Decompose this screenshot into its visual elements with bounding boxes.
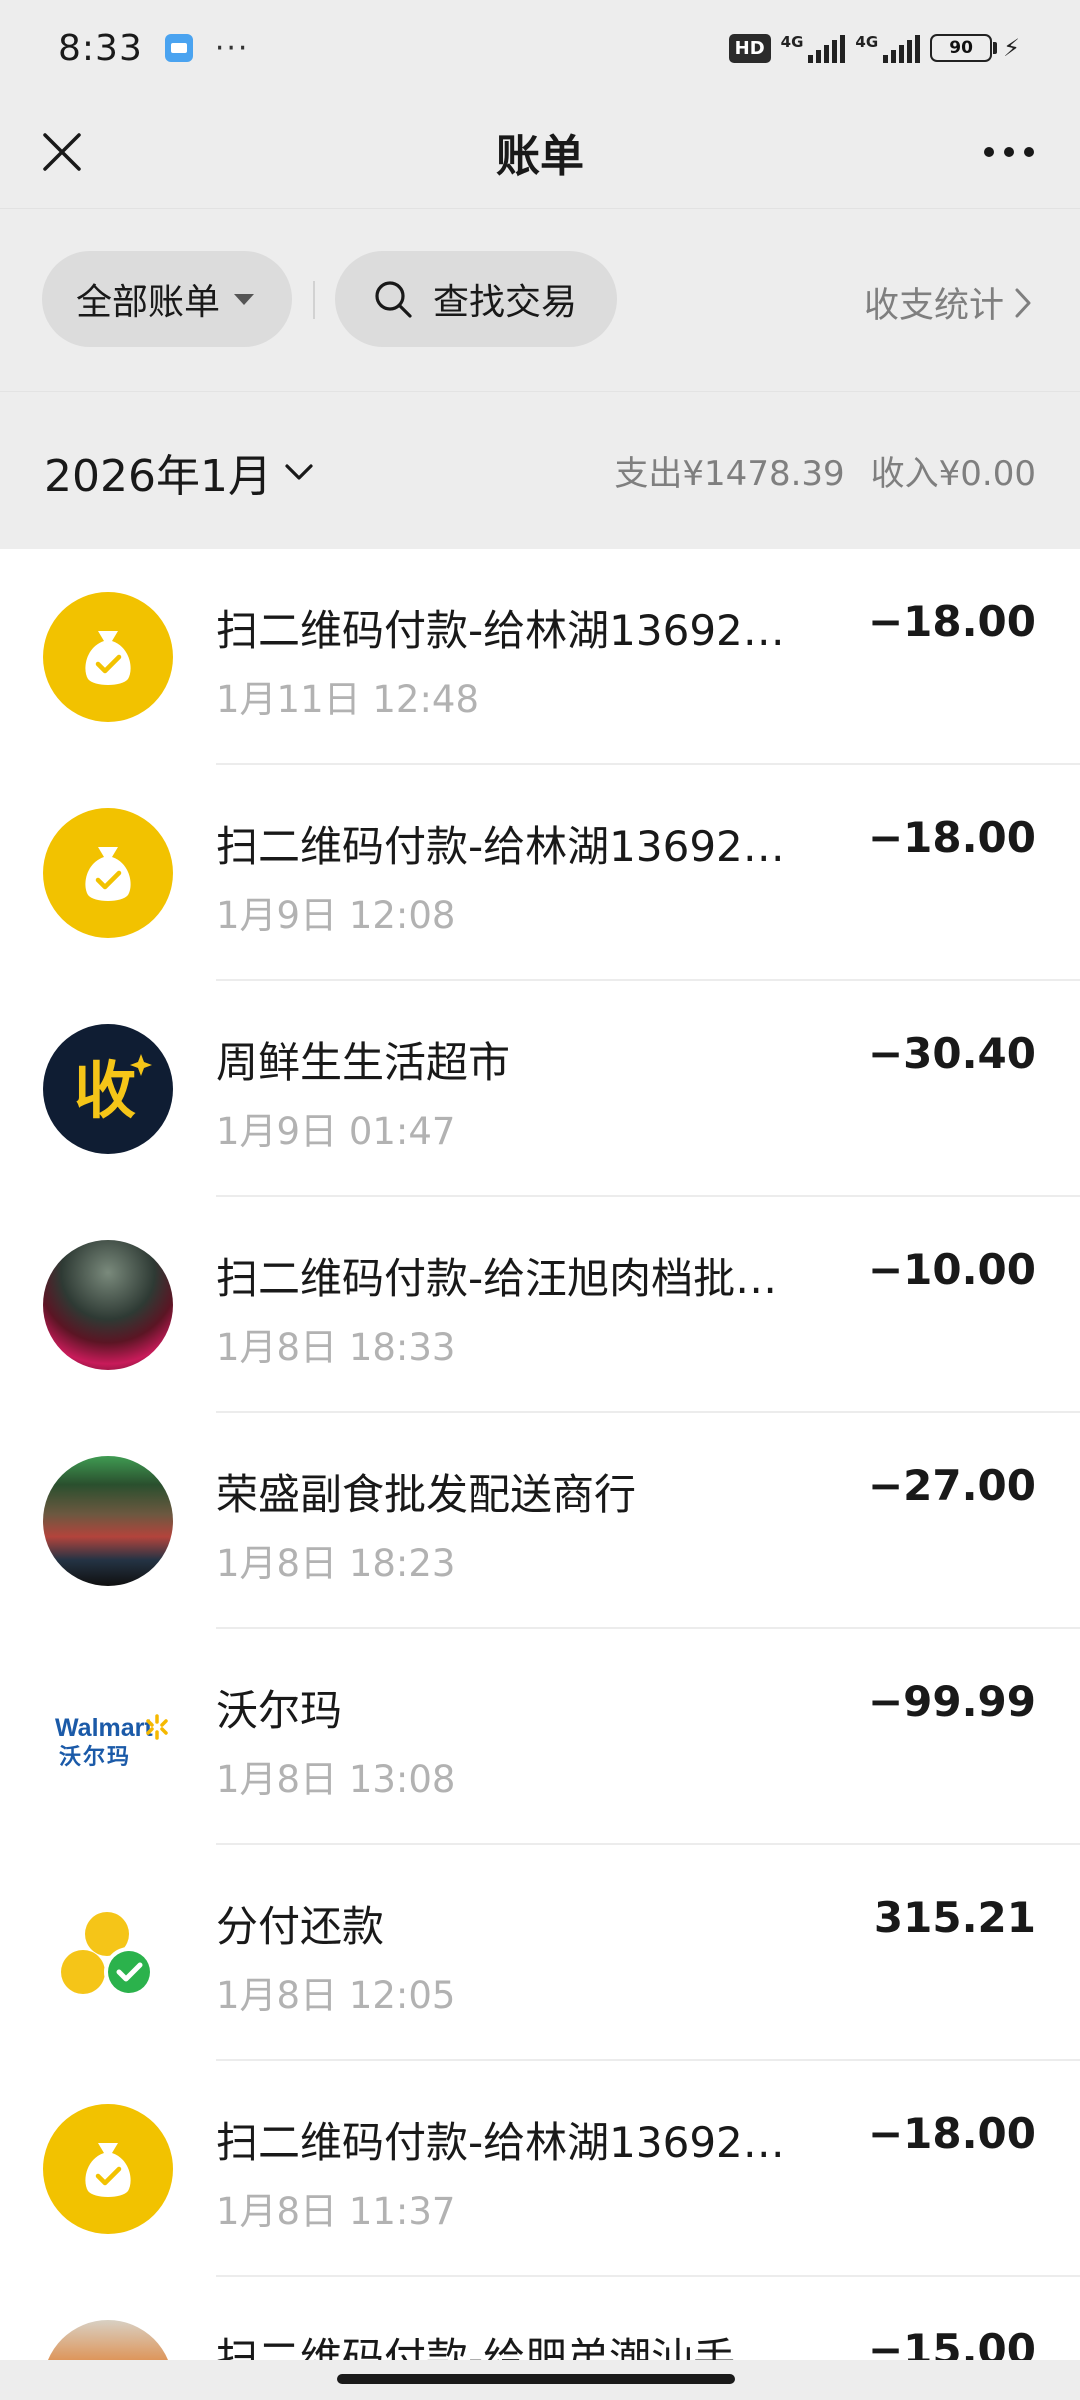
dropdown-caret-icon	[234, 293, 255, 305]
money-bag-icon	[43, 592, 173, 722]
close-icon	[43, 133, 81, 171]
search-transactions-button[interactable]: 查找交易	[335, 251, 617, 347]
filter-bar: 全部账单 查找交易 收支统计	[0, 209, 1080, 391]
merchant-photo-avatar	[43, 1240, 173, 1370]
month-label: 2026年1月	[44, 451, 272, 502]
search-icon	[375, 281, 412, 318]
transaction-amount: −15.00	[867, 2325, 1036, 2360]
charging-icon: ⚡	[1003, 34, 1020, 62]
home-indicator[interactable]	[337, 2374, 735, 2384]
transaction-time: 1月8日 11:37	[216, 2190, 456, 2233]
transaction-row[interactable]: 扫二维码付款-给林湖13692… 1月8日 11:37 −18.00	[0, 2061, 1080, 2277]
transaction-amount: 315.21	[873, 1893, 1036, 1942]
transaction-time: 1月8日 13:08	[216, 1758, 456, 1801]
chevron-down-icon	[285, 464, 313, 480]
transaction-row[interactable]: 分付还款 1月8日 12:05 315.21	[0, 1845, 1080, 2061]
merchant-photo-avatar	[43, 2320, 173, 2360]
notification-app-icon	[164, 34, 193, 62]
transaction-time: 1月8日 18:23	[216, 1542, 456, 1585]
all-bills-label: 全部账单	[76, 282, 221, 323]
transaction-time: 1月8日 18:33	[216, 1326, 456, 1369]
filter-separator	[313, 281, 315, 319]
shou-merchant-icon: 收	[43, 1024, 173, 1154]
bill-page: 8:33 ··· HD 4G 4G 90 ⚡ 账单 全部账单 查找交易 收支统计…	[0, 0, 1080, 2400]
transaction-list: 扫二维码付款-给林湖13692… 1月11日 12:48 −18.00 扫二维码…	[0, 549, 1080, 2360]
transaction-title: 扫二维码付款-给林湖13692…	[216, 2118, 785, 2167]
transaction-time: 1月9日 01:47	[216, 1110, 456, 1153]
system-nav-area	[0, 2360, 1080, 2400]
month-summary: 支出¥1478.39 收入¥0.00	[614, 446, 1036, 495]
shou-glyph: 收	[74, 1054, 136, 1127]
more-icon	[984, 147, 1034, 157]
month-expense: 支出¥1478.39	[614, 454, 845, 494]
transaction-title: 扫二维码付款-给汪旭肉档批…	[216, 1254, 778, 1303]
walmart-logo: Walmart 沃尔玛	[43, 1672, 173, 1802]
signal-icon-1: 4G	[781, 33, 846, 63]
transaction-amount: −18.00	[867, 813, 1036, 862]
transaction-row[interactable]: 扫二维码付款-给汪旭肉档批… 1月8日 18:33 −10.00	[0, 1197, 1080, 1413]
stats-label: 收支统计	[863, 286, 1004, 326]
battery-icon: 90 ⚡	[930, 34, 1020, 62]
signal-icon-2: 4G	[855, 33, 921, 63]
hd-icon: HD	[728, 33, 771, 63]
transaction-amount: −99.99	[867, 1677, 1036, 1726]
transaction-amount: −10.00	[867, 1245, 1036, 1294]
transaction-title: 周鲜生生活超市	[216, 1038, 511, 1087]
walmart-logo-text: Walmart	[55, 1714, 153, 1742]
nav-bar: 账单	[0, 96, 1080, 208]
transaction-amount: −27.00	[867, 1461, 1036, 1510]
more-button[interactable]	[974, 122, 1044, 182]
status-bar: 8:33 ··· HD 4G 4G 90 ⚡	[0, 0, 1080, 96]
all-bills-filter[interactable]: 全部账单	[42, 251, 292, 347]
search-label: 查找交易	[433, 282, 578, 323]
transaction-title: 沃尔玛	[216, 1686, 343, 1735]
transaction-title: 扫二维码付款-给肥弟潮汕手…	[216, 2334, 778, 2360]
transaction-row[interactable]: Walmart 沃尔玛 沃尔玛 1月8日 13:08 −99.99	[0, 1629, 1080, 1845]
transaction-title: 扫二维码付款-给林湖13692…	[216, 606, 785, 655]
money-bag-icon	[43, 2104, 173, 2234]
money-bag-icon	[43, 808, 173, 938]
transaction-time: 1月9日 12:08	[216, 894, 456, 937]
page-title: 账单	[496, 131, 584, 182]
more-notifications-icon: ···	[214, 30, 250, 66]
status-time: 8:33	[58, 27, 143, 69]
walmart-logo-cn-text: 沃尔玛	[59, 1744, 131, 1770]
income-expense-stats-link[interactable]: 收支统计	[864, 277, 1032, 328]
month-income: 收入¥0.00	[870, 454, 1036, 494]
transaction-time: 1月8日 12:05	[216, 1974, 456, 2017]
merchant-photo-avatar	[43, 1456, 173, 1586]
fenfu-icon	[43, 1888, 173, 2018]
transaction-amount: −30.40	[867, 1029, 1036, 1078]
transaction-amount: −18.00	[867, 2109, 1036, 2158]
close-button[interactable]	[32, 122, 92, 182]
transaction-title: 荣盛副食批发配送商行	[216, 1470, 637, 1519]
month-selector[interactable]: 2026年1月	[44, 440, 314, 504]
transaction-amount: −18.00	[867, 597, 1036, 646]
transaction-row[interactable]: 扫二维码付款-给林湖13692… 1月9日 12:08 −18.00	[0, 765, 1080, 981]
chevron-right-icon	[1015, 288, 1031, 317]
transaction-row[interactable]: 扫二维码付款-给林湖13692… 1月11日 12:48 −18.00	[0, 549, 1080, 765]
transaction-time: 1月11日 12:48	[216, 678, 480, 721]
month-header: 2026年1月 支出¥1478.39 收入¥0.00	[0, 391, 1080, 549]
transaction-row[interactable]: 扫二维码付款-给肥弟潮汕手… −15.00	[0, 2277, 1080, 2360]
transaction-title: 分付还款	[216, 1902, 385, 1951]
transaction-title: 扫二维码付款-给林湖13692…	[216, 822, 785, 871]
transaction-row[interactable]: 收 周鲜生生活超市 1月9日 01:47 −30.40	[0, 981, 1080, 1197]
transaction-row[interactable]: 荣盛副食批发配送商行 1月8日 18:23 −27.00	[0, 1413, 1080, 1629]
